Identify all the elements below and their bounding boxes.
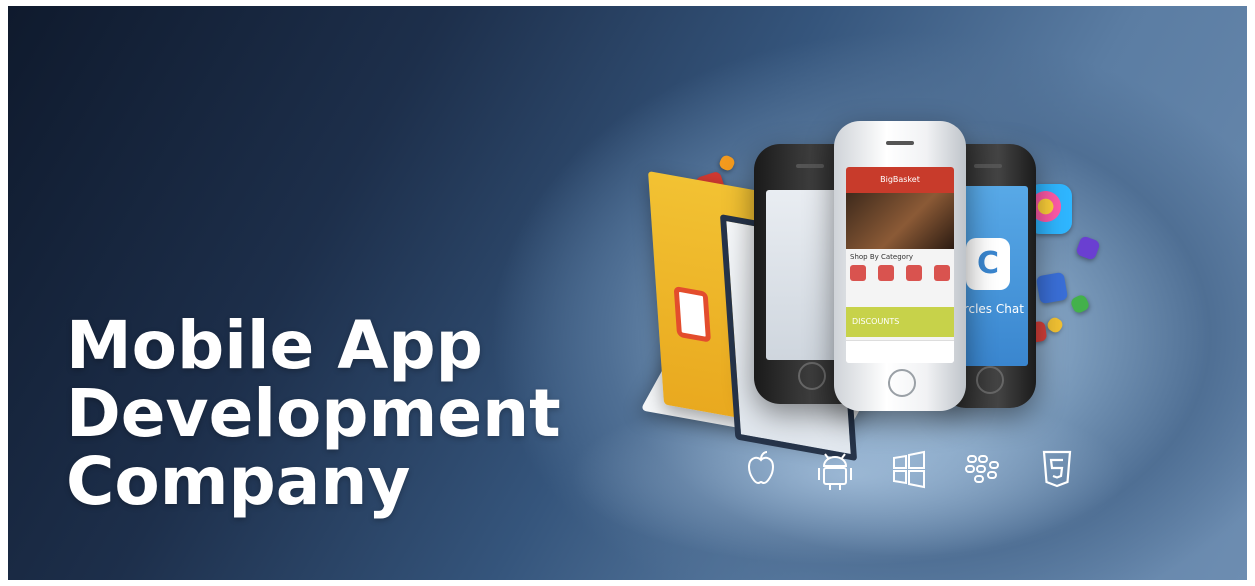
app-icon-orange: [717, 153, 737, 173]
app-section-label: Shop By Category: [850, 253, 913, 261]
windows-icon: [884, 444, 934, 494]
headline-line-2: Development: [66, 375, 561, 452]
app-icon-green: [1069, 293, 1091, 315]
platform-icons: [736, 444, 1082, 494]
app-banner-image: [846, 193, 954, 249]
tablet-app-logo: [673, 285, 712, 343]
blackberry-icon: [958, 444, 1008, 494]
home-button: [888, 369, 916, 397]
home-button: [798, 362, 826, 390]
home-button: [976, 366, 1004, 394]
phone-center: BigBasket Shop By Category DISCOUNTS: [834, 121, 966, 411]
speaker-grille: [886, 141, 914, 145]
speaker-grille: [796, 164, 824, 168]
app-category-row: [850, 265, 950, 299]
headline-line-3: Company: [66, 443, 411, 520]
app-tab-bar: [846, 340, 954, 363]
headline: Mobile App Development Company: [66, 312, 561, 516]
app-header: BigBasket: [846, 167, 954, 193]
category-icon: [906, 265, 922, 281]
app-icon-check: [1035, 271, 1069, 305]
hero-banner: Mobile App Development Company C Circles…: [8, 6, 1247, 580]
category-icon: [878, 265, 894, 281]
category-icon: [850, 265, 866, 281]
app-offer-banner: DISCOUNTS: [846, 307, 954, 337]
html5-icon: [1032, 444, 1082, 494]
apple-icon: [736, 444, 786, 494]
app-icon-purple: [1075, 235, 1101, 261]
category-icon: [934, 265, 950, 281]
phone-center-screen: BigBasket Shop By Category DISCOUNTS: [846, 167, 954, 363]
headline-line-1: Mobile App: [66, 307, 483, 384]
speaker-grille: [974, 164, 1002, 168]
app-icon-yellow: [1045, 315, 1065, 335]
chat-app-logo: C: [966, 238, 1010, 290]
android-icon: [810, 444, 860, 494]
